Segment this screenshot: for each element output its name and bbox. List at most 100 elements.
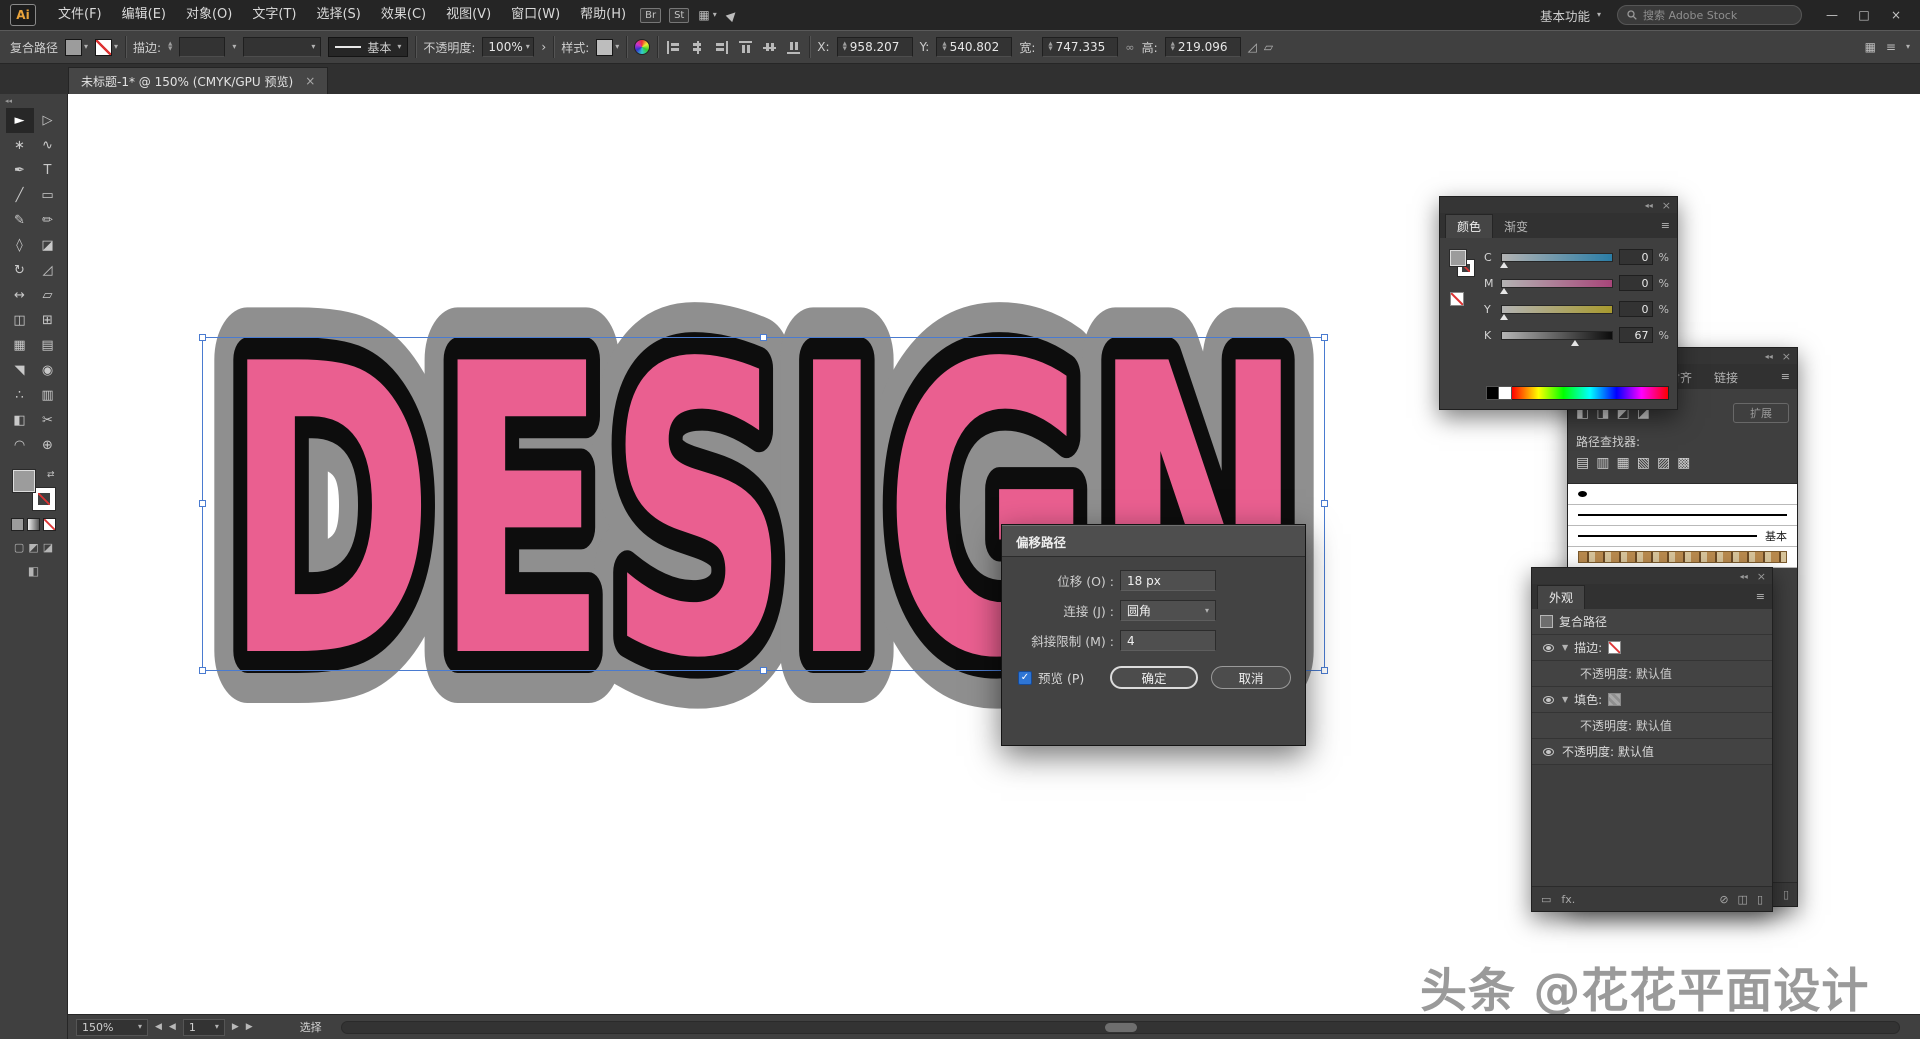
tab-links[interactable]: 链接 (1703, 365, 1749, 389)
tool-blend[interactable]: ◉ (34, 358, 62, 383)
tool-magic-wand[interactable]: ∗ (6, 133, 34, 158)
panel-menu-icon[interactable]: ≡ (1756, 590, 1765, 603)
arrange-icon[interactable]: ▦ (1865, 40, 1876, 54)
align-bottom-button[interactable] (787, 40, 800, 55)
transform-icon[interactable]: ◿ (1248, 40, 1257, 54)
menu-object[interactable]: 对象(O) (176, 0, 242, 30)
tool-selection[interactable]: ► (6, 108, 34, 133)
stroke-weight-stepper[interactable]: ▲▼ (168, 42, 172, 52)
dialog-title[interactable]: 偏移路径 (1002, 525, 1305, 557)
new-effect-icon[interactable]: fx. (1561, 893, 1575, 906)
disclosure-icon[interactable]: ▼ (1562, 643, 1568, 652)
stroke-color-swatch[interactable]: ▾ (95, 39, 118, 56)
pathfinder-merge-icon[interactable]: ▦ (1616, 455, 1629, 471)
pathfinder-trim-icon[interactable]: ▥ (1596, 455, 1609, 471)
tool-scale[interactable]: ◿ (34, 258, 62, 283)
tool-hand[interactable]: ◠ (6, 433, 34, 458)
brush-definition-dropdown[interactable]: ▾ (243, 37, 321, 57)
appearance-fill-opacity-row[interactable]: 不透明度: 默认值 (1532, 713, 1772, 739)
artboard-number-dropdown[interactable]: 1 ▾ (183, 1019, 225, 1036)
align-center-button[interactable] (690, 41, 705, 54)
panel-foot-delete-icon[interactable]: ▯ (1783, 888, 1789, 901)
opacity-options-icon[interactable]: › (541, 40, 546, 54)
stroke-profile-dropdown[interactable]: 基本 ▾ (328, 37, 408, 57)
panel-close-icon[interactable]: × (1757, 570, 1766, 583)
menu-window[interactable]: 窗口(W) (501, 0, 570, 30)
tool-perspective-grid[interactable]: ⊞ (34, 308, 62, 333)
pathfinder-outline-icon[interactable]: ▨ (1657, 455, 1670, 471)
restore-button[interactable]: □ (1850, 8, 1878, 22)
none-button[interactable] (43, 518, 56, 531)
tool-eyedropper[interactable]: ◥ (6, 358, 34, 383)
tool-shaper[interactable]: ◊ (6, 233, 34, 258)
ok-button[interactable]: 确定 (1110, 666, 1198, 689)
color-spectrum-bar[interactable] (1512, 386, 1669, 400)
white-swatch[interactable] (1499, 386, 1512, 400)
slider-thumb[interactable] (1500, 288, 1508, 294)
document-tab[interactable]: 未标题-1* @ 150% (CMYK/GPU 预览) × (68, 67, 328, 94)
pathfinder-crop-icon[interactable]: ▧ (1637, 455, 1650, 471)
panel-menu-icon[interactable]: ≡ (1781, 370, 1790, 383)
zoom-level-dropdown[interactable]: 150% ▾ (76, 1019, 148, 1036)
visibility-eye-icon[interactable] (1543, 644, 1554, 652)
tool-mesh[interactable]: ▦ (6, 333, 34, 358)
menu-edit[interactable]: 编辑(E) (112, 0, 176, 30)
cyan-value[interactable]: 0 (1619, 249, 1653, 265)
height-input[interactable]: ▲▼219.096 (1165, 37, 1241, 57)
tool-width[interactable]: ↔ (6, 283, 34, 308)
toolbar-collapse-icon[interactable]: ◂◂ (0, 94, 67, 108)
brush-item-pattern[interactable] (1568, 547, 1797, 568)
tool-shape-builder[interactable]: ◫ (6, 308, 34, 333)
next-artboard-button[interactable]: ▶ (232, 1022, 239, 1032)
tool-column-graph[interactable]: ▥ (34, 383, 62, 408)
tab-color[interactable]: 颜色 (1445, 214, 1493, 238)
draw-behind-icon[interactable]: ◩ (28, 541, 38, 554)
panel-collapse-icon[interactable]: ◂◂ (1765, 352, 1773, 361)
tab-close-icon[interactable]: × (305, 74, 315, 88)
workspace-switcher[interactable]: 基本功能▾ (1540, 6, 1601, 25)
appearance-item-type-row[interactable]: 复合路径 (1532, 609, 1772, 635)
tab-gradient[interactable]: 渐变 (1493, 214, 1539, 238)
tool-symbol-sprayer[interactable]: ∴ (6, 383, 34, 408)
align-left-button[interactable] (666, 41, 681, 54)
fill-swatch[interactable] (1608, 693, 1621, 706)
tool-direct-selection[interactable]: ▷ (34, 108, 62, 133)
tool-slice[interactable]: ✂ (34, 408, 62, 433)
preview-checkbox[interactable]: ✓ (1018, 671, 1032, 685)
menu-file[interactable]: 文件(F) (48, 0, 112, 30)
color-button[interactable] (11, 518, 24, 531)
menu-type[interactable]: 文字(T) (242, 0, 306, 30)
gpu-performance-icon[interactable]: ▶ (727, 8, 736, 22)
previous-artboard-button[interactable]: ◀ (169, 1022, 176, 1032)
scrollbar-thumb[interactable] (1105, 1023, 1137, 1032)
black-slider[interactable] (1501, 331, 1613, 340)
panel-collapse-icon[interactable]: ◂◂ (1645, 201, 1653, 210)
brush-item-line[interactable] (1568, 505, 1797, 526)
cancel-button[interactable]: 取消 (1211, 666, 1291, 689)
first-artboard-button[interactable]: ◀ (155, 1022, 162, 1032)
style-swatch-dropdown[interactable]: ▾ (596, 39, 619, 56)
slider-thumb[interactable] (1500, 262, 1508, 268)
tool-paintbrush[interactable]: ✎ (6, 208, 34, 233)
join-select[interactable]: 圆角 ▾ (1120, 600, 1216, 621)
stroke-weight-dropdown-icon[interactable]: ▾ (232, 43, 236, 51)
width-input[interactable]: ▲▼747.335 (1042, 37, 1118, 57)
y-input[interactable]: ▲▼540.802 (936, 37, 1012, 57)
slider-thumb[interactable] (1500, 314, 1508, 320)
new-stroke-icon[interactable]: ▭ (1541, 893, 1551, 906)
tool-pencil[interactable]: ✏ (34, 208, 62, 233)
appearance-stroke-row[interactable]: ▼ 描边: (1532, 635, 1772, 661)
tool-rotate[interactable]: ↻ (6, 258, 34, 283)
stroke-proxy-swatch[interactable] (33, 488, 55, 510)
control-panel-menu-icon[interactable]: ≡ (1886, 40, 1896, 54)
pathfinder-divide-icon[interactable]: ▤ (1576, 455, 1589, 471)
control-panel-caret-icon[interactable]: ▾ (1906, 43, 1910, 51)
slider-thumb[interactable] (1571, 340, 1579, 346)
magenta-slider[interactable] (1501, 279, 1613, 288)
tool-eraser[interactable]: ◪ (34, 233, 62, 258)
draw-inside-icon[interactable]: ◪ (43, 541, 53, 554)
panel-close-icon[interactable]: × (1662, 199, 1671, 212)
menu-select[interactable]: 选择(S) (306, 0, 370, 30)
fill-stroke-proxy[interactable]: ⇄ (13, 470, 55, 510)
last-artboard-button[interactable]: ▶ (246, 1022, 253, 1032)
